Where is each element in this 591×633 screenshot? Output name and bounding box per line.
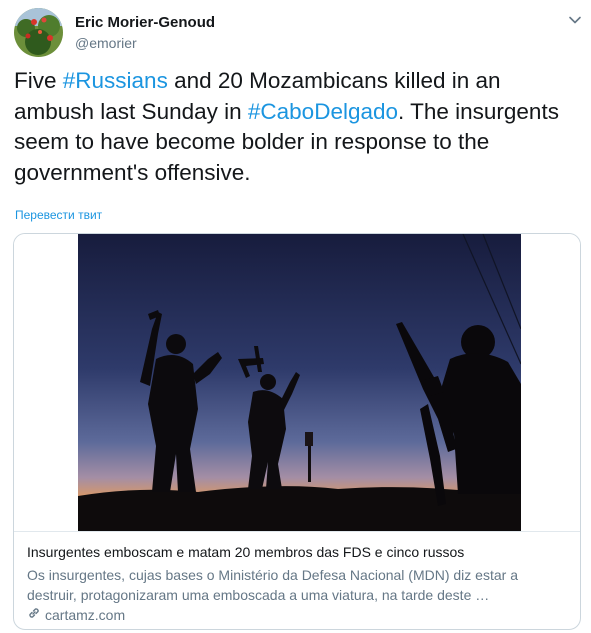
avatar[interactable] <box>14 8 63 57</box>
tweet-text-part: Five <box>14 68 63 93</box>
translate-link[interactable]: Перевести твит <box>15 208 102 222</box>
card-domain[interactable]: cartamz.com <box>27 606 125 623</box>
card-domain-text: cartamz.com <box>45 606 126 623</box>
link-card[interactable]: Insurgentes emboscam e matam 20 membros … <box>13 233 581 630</box>
card-divider <box>14 531 580 532</box>
card-description[interactable]: Os insurgentes, cujas bases o Ministério… <box>27 565 567 605</box>
hashtag-russians[interactable]: #Russians <box>63 68 168 93</box>
author-name[interactable]: Eric Morier-Genoud <box>75 14 215 31</box>
chevron-down-icon[interactable] <box>567 12 583 28</box>
card-image[interactable] <box>14 234 580 531</box>
link-icon <box>27 606 41 623</box>
hashtag-cabodelgado[interactable]: #CaboDelgado <box>248 99 398 124</box>
author-handle[interactable]: @emorier <box>75 35 137 51</box>
tweet-text: Five #Russians and 20 Mozambicans killed… <box>14 66 574 188</box>
card-title[interactable]: Insurgentes emboscam e matam 20 membros … <box>27 544 464 560</box>
